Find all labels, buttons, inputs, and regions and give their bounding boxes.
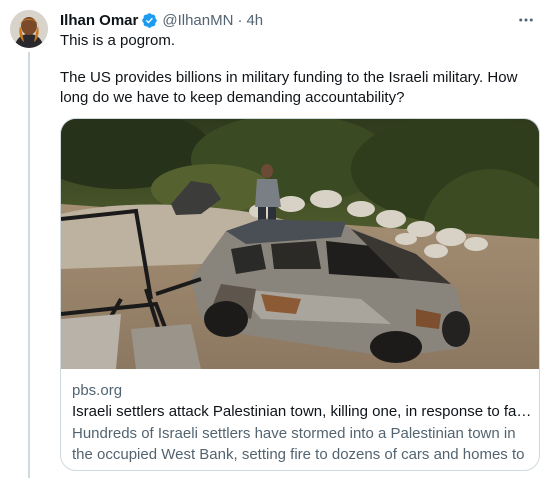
tweet-text-line1: This is a pogrom. xyxy=(60,32,176,49)
avatar-image xyxy=(10,10,48,48)
thread-line xyxy=(28,52,30,478)
author-handle[interactable]: @IlhanMN xyxy=(162,12,233,29)
link-card-title: Israeli settlers attack Palestinian town… xyxy=(72,403,534,420)
tweet-header: Ilhan Omar @IlhanMN · 4h xyxy=(60,10,263,30)
avatar[interactable] xyxy=(10,10,48,48)
link-card-domain: pbs.org xyxy=(72,382,123,399)
tweet-text-line2: The US provides billions in military fun… xyxy=(60,69,518,106)
link-card-description: Hundreds of Israeli settlers have storme… xyxy=(72,425,525,470)
link-card-image xyxy=(61,119,539,369)
timestamp[interactable]: 4h xyxy=(246,12,263,29)
verified-badge-icon xyxy=(141,12,158,29)
link-card[interactable]: pbs.org Israeli settlers attack Palestin… xyxy=(60,118,540,471)
separator-dot: · xyxy=(237,11,243,29)
more-options-icon[interactable] xyxy=(515,9,537,31)
author-name[interactable]: Ilhan Omar xyxy=(60,12,138,29)
